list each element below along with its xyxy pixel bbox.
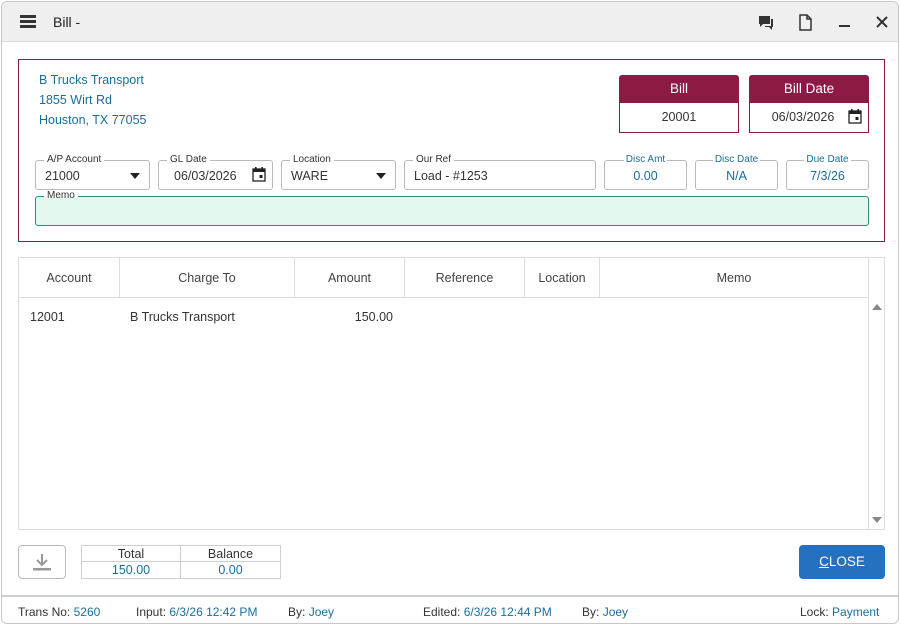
input-by-label: By: xyxy=(288,605,306,619)
disc-date-value: N/A xyxy=(726,169,747,183)
vendor-address-line2: Houston, TX 77055 xyxy=(39,113,147,127)
our-ref-label: Our Ref xyxy=(413,154,455,166)
gl-date-label: GL Date xyxy=(167,154,210,166)
document-icon[interactable] xyxy=(796,13,814,31)
lock-value[interactable]: Payment xyxy=(832,605,879,619)
chevron-down-icon xyxy=(376,173,386,179)
scroll-down-icon[interactable] xyxy=(872,517,882,523)
input-label: Input: xyxy=(136,605,167,619)
ap-account-label: A/P Account xyxy=(44,154,105,166)
download-button[interactable] xyxy=(18,545,66,579)
bill-number-label: Bill xyxy=(619,75,739,103)
grid-header: Account Charge To Amount Reference Locat… xyxy=(19,258,869,298)
due-date-input[interactable]: Due Date 7/3/26 xyxy=(786,154,869,190)
close-button-accesskey: C xyxy=(819,554,829,569)
column-header-account[interactable]: Account xyxy=(19,258,120,298)
menu-icon[interactable] xyxy=(20,15,36,28)
title-bar: Bill - xyxy=(2,2,898,42)
chevron-down-icon xyxy=(130,173,140,179)
close-button-label: LOSE xyxy=(828,554,865,569)
bill-number-box: Bill 20001 xyxy=(619,75,739,133)
close-icon[interactable] xyxy=(873,13,891,31)
cell-amount: 150.00 xyxy=(354,310,393,324)
total-value: 150.00 xyxy=(111,563,151,577)
column-header-charge-to[interactable]: Charge To xyxy=(120,258,295,298)
bill-date-box: Bill Date 06/03/2026 xyxy=(749,75,869,133)
total-column: Total 150.00 xyxy=(82,546,181,578)
edited-by-value: Joey xyxy=(602,605,629,619)
bill-date-label: Bill Date xyxy=(749,75,869,103)
trans-no-label: Trans No: xyxy=(18,605,71,619)
lock-info: Lock: Payment xyxy=(800,605,879,619)
cell-account: 12001 xyxy=(30,310,65,324)
table-row[interactable]: 12001 B Trucks Transport 150.00 xyxy=(19,306,869,328)
trans-no-value: 5260 xyxy=(73,605,101,619)
edited-label: Edited: xyxy=(423,605,461,619)
input-value: 6/3/26 12:42 PM xyxy=(169,605,258,619)
status-bar: Trans No: 5260 Input: 6/3/26 12:42 PM By… xyxy=(2,595,898,623)
disc-amt-label: Disc Amt xyxy=(623,154,668,165)
vendor-address-line1: 1855 Wirt Rd xyxy=(39,93,112,107)
due-date-value: 7/3/26 xyxy=(810,169,845,183)
edited-info: Edited: 6/3/26 12:44 PM xyxy=(423,605,552,619)
totals-box: Total 150.00 Balance 0.00 xyxy=(81,545,281,579)
ap-account-value: 21000 xyxy=(45,169,80,183)
location-select[interactable]: Location WARE xyxy=(281,154,396,190)
bill-window: Bill - B Trucks Transport 1855 Wirt Rd H… xyxy=(1,1,899,624)
input-by: By: Joey xyxy=(288,605,334,619)
gl-date-value: 06/03/2026 xyxy=(174,169,237,183)
vendor-name[interactable]: B Trucks Transport xyxy=(39,73,144,87)
disc-amt-value: 0.00 xyxy=(633,169,658,183)
bill-date-field[interactable]: 06/03/2026 xyxy=(749,103,869,133)
column-header-reference[interactable]: Reference xyxy=(405,258,525,298)
distribution-grid: Account Charge To Amount Reference Locat… xyxy=(18,257,885,530)
bill-date-value: 06/03/2026 xyxy=(771,110,835,124)
download-icon xyxy=(33,554,51,571)
location-value: WARE xyxy=(291,169,329,183)
scroll-up-icon[interactable] xyxy=(872,304,882,310)
bill-number-field[interactable]: 20001 xyxy=(619,103,739,133)
chat-icon[interactable] xyxy=(757,13,775,31)
window-title: Bill - xyxy=(53,14,81,30)
disc-date-input[interactable]: Disc Date N/A xyxy=(695,154,778,190)
balance-column: Balance 0.00 xyxy=(181,546,280,578)
grid-scrollbar[interactable] xyxy=(868,258,884,529)
memo-input[interactable]: Memo xyxy=(35,190,869,226)
input-by-value: Joey xyxy=(308,605,335,619)
minimize-icon[interactable] xyxy=(836,13,854,31)
disc-amt-input[interactable]: Disc Amt 0.00 xyxy=(604,154,687,190)
bill-header-panel: B Trucks Transport 1855 Wirt Rd Houston,… xyxy=(18,59,885,242)
calendar-icon[interactable] xyxy=(848,109,862,124)
our-ref-input[interactable]: Our Ref Load - #1253 xyxy=(404,154,596,190)
disc-date-label: Disc Date xyxy=(712,154,761,165)
gl-date-field[interactable]: GL Date 06/03/2026 xyxy=(158,154,273,190)
trans-no: Trans No: 5260 xyxy=(18,605,100,619)
total-label: Total xyxy=(82,546,180,562)
memo-label: Memo xyxy=(44,190,78,202)
balance-value: 0.00 xyxy=(218,563,243,577)
location-label: Location xyxy=(290,154,334,166)
calendar-icon[interactable] xyxy=(252,167,266,182)
edited-by-label: By: xyxy=(582,605,600,619)
ap-account-select[interactable]: A/P Account 21000 xyxy=(35,154,150,190)
edited-by: By: Joey xyxy=(582,605,628,619)
column-header-location[interactable]: Location xyxy=(525,258,600,298)
column-header-memo[interactable]: Memo xyxy=(600,258,869,298)
cell-charge-to: B Trucks Transport xyxy=(130,310,235,324)
lock-label: Lock: xyxy=(800,605,829,619)
balance-label: Balance xyxy=(181,546,280,562)
input-info: Input: 6/3/26 12:42 PM xyxy=(136,605,257,619)
our-ref-value: Load - #1253 xyxy=(414,169,488,183)
column-header-amount[interactable]: Amount xyxy=(295,258,405,298)
edited-value: 6/3/26 12:44 PM xyxy=(463,605,552,619)
close-button[interactable]: CLOSE xyxy=(799,545,885,579)
due-date-label: Due Date xyxy=(804,154,851,165)
